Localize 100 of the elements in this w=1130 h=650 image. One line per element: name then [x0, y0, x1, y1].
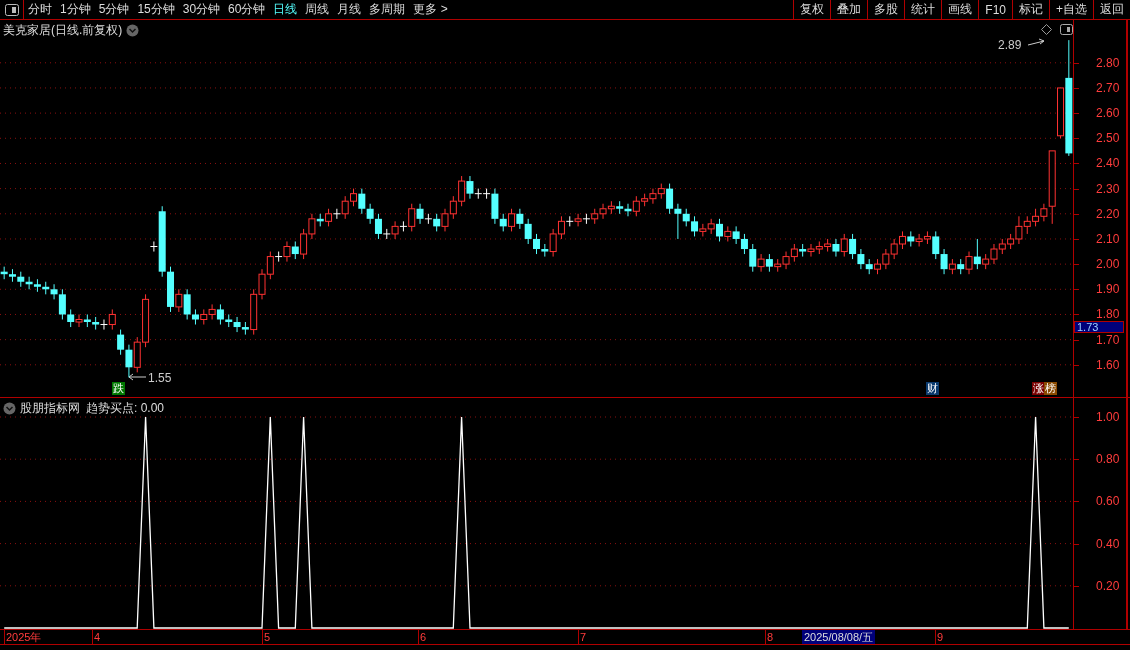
period-tab[interactable]: 月线: [333, 0, 366, 19]
toolbar-button[interactable]: F10: [978, 0, 1012, 19]
period-tab[interactable]: 日线: [269, 0, 302, 19]
value-axis-label: 1.00: [1096, 411, 1120, 423]
price-arrow: [1027, 38, 1045, 46]
event-marker[interactable]: 榜: [1044, 382, 1057, 395]
candlestick: [524, 218, 532, 245]
panel-toggle-icon: [4, 3, 19, 16]
price-axis-label: 2.10: [1096, 232, 1120, 245]
candlestick: [233, 316, 241, 333]
toolbar-button[interactable]: +自选: [1049, 0, 1093, 19]
toolbar-button[interactable]: 复权: [793, 0, 831, 19]
date-axis-label: 8: [765, 630, 774, 644]
candlestick: [332, 208, 341, 220]
period-tab[interactable]: 周线: [301, 0, 334, 19]
candlestick: [408, 203, 416, 232]
price-axis-label: 2.60: [1096, 107, 1120, 120]
period-tab[interactable]: 多周期: [365, 0, 410, 19]
value-axis-label: 0.20: [1096, 579, 1120, 592]
candlestick: [508, 208, 516, 232]
candlestick: [732, 225, 740, 245]
date-axis-label: 9: [935, 630, 944, 644]
candlestick: [416, 203, 424, 225]
candlestick: [715, 218, 723, 242]
candlestick: [832, 238, 840, 258]
candlestick: [516, 208, 524, 230]
candlestick: [666, 183, 674, 215]
period-tab[interactable]: 30分钟: [178, 0, 225, 19]
cursor-date-label: 2025/08/08/五: [802, 630, 876, 644]
date-axis-label: 7: [578, 630, 587, 644]
candlestick: [857, 248, 865, 270]
candlestick: [75, 313, 83, 328]
price-axis-label: 2.50: [1096, 132, 1120, 145]
value-axis-label: 0.80: [1096, 453, 1120, 466]
candlestick: [674, 203, 682, 240]
period-tab[interactable]: 5分钟: [94, 0, 134, 19]
candlestick: [366, 203, 374, 225]
candlestick: [840, 233, 848, 258]
price-axis-label: 2.40: [1096, 157, 1120, 170]
candlestick: [391, 220, 399, 240]
period-tab[interactable]: 15分钟: [133, 0, 179, 19]
toolbar-button[interactable]: 画线: [941, 0, 979, 19]
date-axis-label: 2025年: [4, 630, 42, 644]
current-price-tag: 1.73: [1074, 320, 1124, 333]
candlestick: [565, 215, 574, 227]
low-price-label: 1.55: [148, 371, 172, 385]
toolbar-button[interactable]: 返回: [1093, 0, 1130, 19]
event-marker[interactable]: 跌: [112, 382, 125, 395]
date-axis-label: 6: [418, 630, 427, 644]
panel-toggle-icon[interactable]: [1060, 24, 1073, 35]
high-price-label: 2.89: [998, 38, 1022, 52]
candlestick: [374, 213, 382, 240]
candlestick: [58, 288, 66, 320]
candlestick: [533, 233, 540, 255]
candlestick: [757, 253, 765, 273]
candlestick: [274, 251, 283, 263]
indicator-value: 趋势买点: 0.00: [86, 400, 165, 417]
price-axis-label: 1.70: [1096, 333, 1120, 346]
candlestick: [399, 220, 408, 232]
candlestick: [574, 213, 582, 227]
price-arrow: [128, 373, 147, 381]
candlestick: [183, 288, 191, 320]
price-axis-label: 2.70: [1096, 81, 1120, 94]
value-axis-label: 0.40: [1096, 537, 1120, 550]
diamond-icon[interactable]: [1041, 24, 1052, 35]
dropdown-icon[interactable]: [3, 402, 16, 415]
candlestick: [175, 288, 183, 313]
dropdown-icon[interactable]: [126, 24, 140, 37]
candlestick: [99, 319, 108, 331]
candlestick: [466, 175, 474, 200]
value-axis-label: 0.60: [1096, 495, 1120, 508]
price-axis-label: 1.60: [1096, 358, 1120, 371]
candlestick: [125, 344, 133, 378]
toolbar-button[interactable]: 叠加: [830, 0, 868, 19]
candlestick: [965, 251, 973, 275]
candlestick: [283, 240, 291, 263]
event-marker[interactable]: 财: [926, 382, 939, 395]
price-axis-label: 1.90: [1096, 283, 1120, 296]
period-tab[interactable]: 分时: [24, 0, 56, 19]
candlestick: [358, 188, 366, 215]
price-axis-label: 1.80: [1096, 308, 1120, 321]
toolbar-button[interactable]: 多股: [867, 0, 905, 19]
candlestick: [749, 243, 757, 273]
price-axis-label: 2.20: [1096, 207, 1120, 220]
candlestick: [691, 215, 699, 237]
price-axis-label: 2.00: [1096, 258, 1120, 271]
period-tab[interactable]: 1分钟: [56, 0, 95, 19]
price-axis-label: 2.80: [1096, 56, 1120, 69]
candlestick: [582, 213, 591, 225]
candlestick: [108, 308, 116, 331]
indicator-name: 股朋指标网: [20, 400, 80, 417]
toolbar-button[interactable]: 统计: [904, 0, 942, 19]
candlestick: [117, 329, 125, 356]
candlestick: [149, 240, 158, 253]
candlestick: [216, 303, 224, 326]
period-tab[interactable]: 60分钟: [224, 0, 270, 19]
candlestick: [932, 230, 940, 260]
period-tab[interactable]: 更多 >: [409, 0, 452, 19]
candlestick: [940, 248, 948, 275]
toolbar-button[interactable]: 标记: [1012, 0, 1049, 19]
